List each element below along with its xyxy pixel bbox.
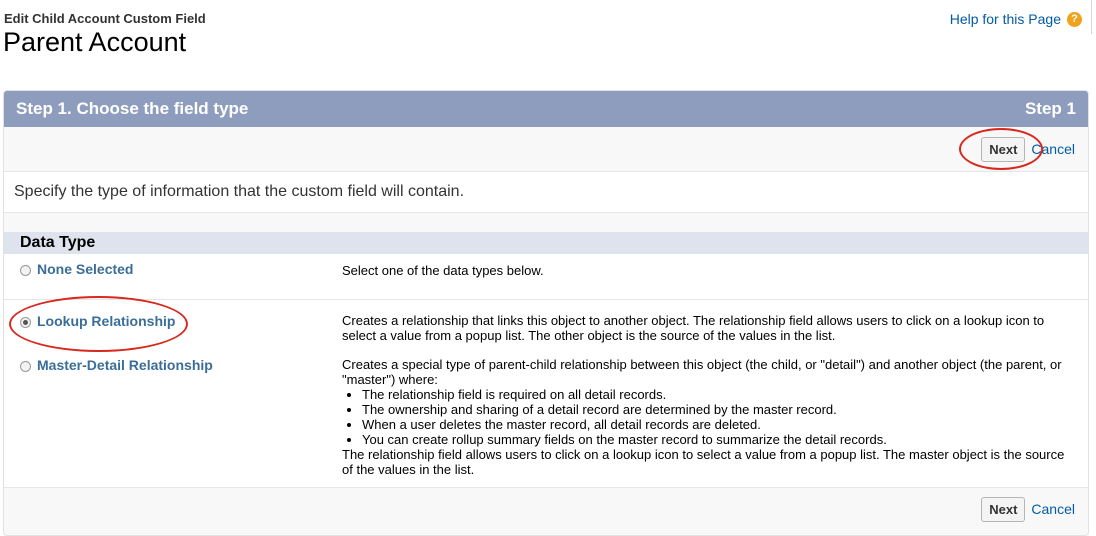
- help-link[interactable]: Help for this Page: [950, 11, 1061, 27]
- lookup-relationship-description: Creates a relationship that links this o…: [342, 313, 1045, 343]
- page-pre-title: Edit Child Account Custom Field: [4, 11, 206, 26]
- none-selected-description: Select one of the data types below.: [342, 263, 544, 278]
- data-type-list: None Selected Select one of the data typ…: [4, 254, 1088, 487]
- next-button-top[interactable]: Next: [981, 136, 1026, 162]
- master-detail-bullets: The relationship field is required on al…: [342, 387, 1068, 447]
- lookup-relationship-label[interactable]: Lookup Relationship: [37, 313, 175, 329]
- master-detail-bullet: The relationship field is required on al…: [362, 387, 1068, 402]
- master-detail-intro: Creates a special type of parent-child r…: [342, 357, 1062, 387]
- cancel-link-top[interactable]: Cancel: [1031, 141, 1075, 157]
- step-header: Step 1. Choose the field type Step 1: [4, 91, 1088, 127]
- lookup-relationship-radio[interactable]: [20, 317, 31, 328]
- data-type-option-master-detail: Master-Detail Relationship Creates a spe…: [4, 352, 1088, 487]
- master-detail-label[interactable]: Master-Detail Relationship: [37, 357, 213, 373]
- data-type-section-title: Data Type: [4, 232, 1088, 254]
- page-title: Parent Account: [3, 27, 187, 57]
- instructions-text: Specify the type of information that the…: [4, 172, 1088, 213]
- master-detail-bullet: The ownership and sharing of a detail re…: [362, 402, 1068, 417]
- master-detail-description: Creates a special type of parent-child r…: [342, 357, 1088, 487]
- data-type-option-none: None Selected Select one of the data typ…: [4, 254, 1088, 300]
- step-title: Step 1. Choose the field type: [16, 99, 249, 118]
- spacer: [4, 213, 1088, 232]
- top-button-row: Next Cancel: [4, 127, 1088, 172]
- bottom-button-row: Next Cancel: [4, 487, 1088, 530]
- cancel-link-bottom[interactable]: Cancel: [1031, 501, 1075, 517]
- help-container: Help for this Page ?: [950, 11, 1082, 27]
- none-selected-radio[interactable]: [20, 265, 31, 276]
- master-detail-bullet: When a user deletes the master record, a…: [362, 417, 1068, 432]
- help-icon[interactable]: ?: [1067, 11, 1082, 27]
- step-indicator: Step 1: [1024, 99, 1076, 118]
- master-detail-bullet: You can create rollup summary fields on …: [362, 432, 1068, 447]
- master-detail-radio[interactable]: [20, 361, 31, 372]
- scrollbar-edge: [1091, 0, 1096, 34]
- none-selected-label[interactable]: None Selected: [37, 261, 133, 277]
- data-type-option-lookup: Lookup Relationship Creates a relationsh…: [4, 300, 1088, 352]
- step-panel: Step 1. Choose the field type Step 1 Nex…: [3, 90, 1089, 536]
- next-button-bottom[interactable]: Next: [981, 496, 1026, 522]
- master-detail-outro: The relationship field allows users to c…: [342, 447, 1065, 477]
